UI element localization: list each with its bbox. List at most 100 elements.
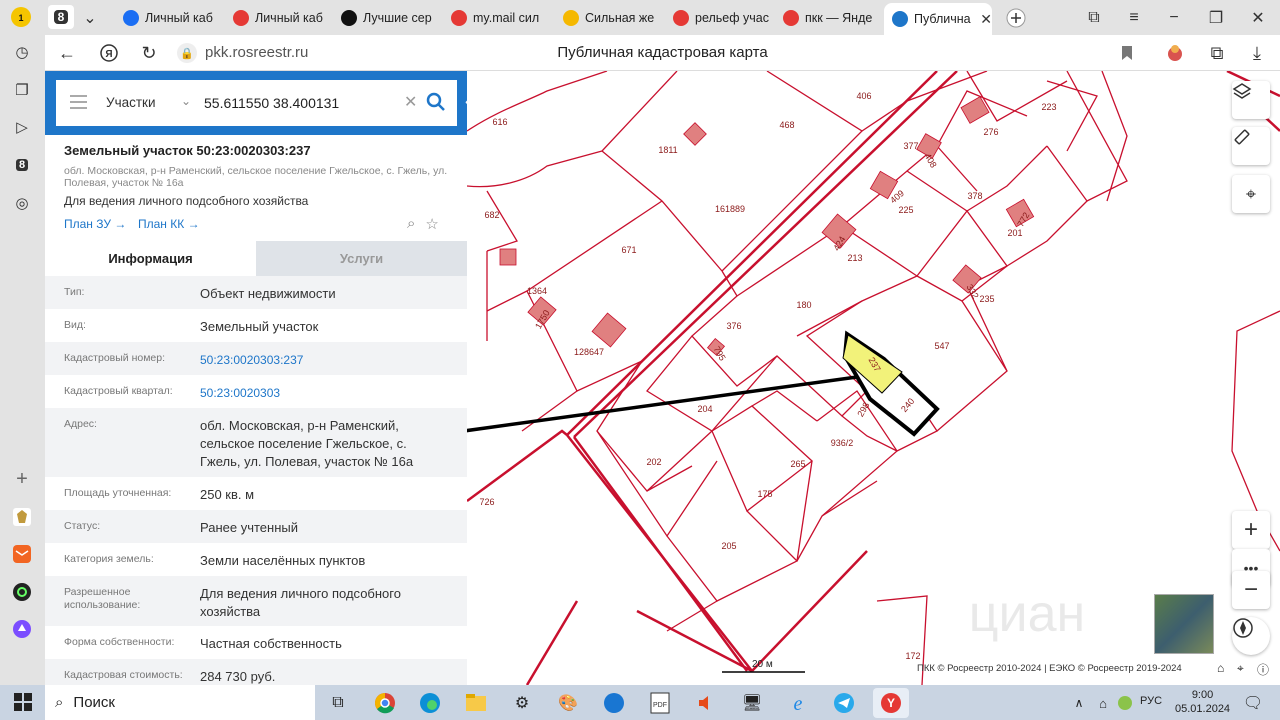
search-icon[interactable]: [424, 90, 448, 114]
app-icon-blue[interactable]: [601, 690, 627, 716]
address-host[interactable]: pkk.rosreestr.ru: [205, 44, 308, 61]
history-icon[interactable]: ◷: [10, 40, 34, 64]
restore-icon[interactable]: ❐: [1204, 6, 1228, 30]
notifications-icon[interactable]: 🗨: [1240, 690, 1266, 716]
chevron-down-icon[interactable]: ⌄: [181, 94, 191, 108]
back-icon[interactable]: ←: [55, 41, 79, 65]
info-row-key: Площадь уточненная:: [64, 487, 172, 499]
object-address: обл. Московская, р-н Раменский, сельское…: [64, 165, 448, 189]
mail-icon[interactable]: [10, 542, 34, 566]
tray-ya-icon[interactable]: [1112, 690, 1138, 716]
task-view-icon[interactable]: ⧉: [325, 690, 351, 716]
telegram-icon[interactable]: [831, 690, 857, 716]
ruler-icon[interactable]: [1232, 127, 1270, 165]
tab-counter[interactable]: 8: [48, 5, 74, 29]
info-row: Статус: Ранее учтенный: [45, 510, 467, 543]
layers-icon[interactable]: [1232, 81, 1270, 119]
taskbar-search[interactable]: ⌕ Поиск: [45, 685, 315, 720]
bookmarks-panel-icon[interactable]: ⧉: [1082, 6, 1106, 30]
svg-text:e: e: [794, 693, 803, 714]
windows-start-icon[interactable]: [14, 693, 32, 711]
satellite-basemap-thumbnail[interactable]: [1154, 594, 1214, 654]
zoom-out-icon[interactable]: −: [1232, 571, 1270, 609]
crosshair-icon[interactable]: ⌖: [1237, 661, 1244, 676]
minimize-icon[interactable]: −: [1162, 6, 1186, 30]
info-row-key: Кадастровая стоимость:: [64, 669, 183, 681]
menu-icon[interactable]: ≡: [1122, 6, 1146, 30]
alice-icon[interactable]: [10, 580, 34, 604]
info-row-link[interactable]: 50:23:0020303:237: [200, 351, 445, 369]
info-row: Форма собственности: Частная собственност…: [45, 626, 467, 659]
tray-chevron-icon[interactable]: ∧: [1066, 690, 1092, 716]
language-indicator[interactable]: РУС: [1140, 695, 1162, 707]
search-type-select[interactable]: Участки: [106, 95, 156, 110]
computer-icon[interactable]: 🖥: [739, 690, 765, 716]
favorite-star-icon[interactable]: ☆: [425, 215, 438, 233]
search-input[interactable]: [204, 92, 399, 114]
yandex-home-icon[interactable]: Я: [97, 41, 121, 65]
map-canvas[interactable]: 6164062234681811276377408378161889 225409…: [467, 71, 1280, 685]
downloads-icon[interactable]: ⤓: [1245, 41, 1269, 65]
f-icon: [341, 10, 357, 26]
parcel-label: 377: [903, 141, 918, 151]
parcel-label: 936/2: [831, 438, 854, 448]
svg-text:PDF: PDF: [653, 702, 667, 709]
file-explorer-icon[interactable]: [463, 690, 489, 716]
browser-tab[interactable]: Личный каб: [225, 4, 333, 32]
yandex-browser-taskbar-icon[interactable]: Y: [873, 688, 909, 718]
svg-text:Y: Y: [887, 696, 895, 710]
lock-icon[interactable]: 🔒: [177, 43, 197, 63]
browser-tab[interactable]: Личный каб: [115, 4, 223, 32]
cadastral-map[interactable]: 616 406 223 468 1811 276 377 408 378 161889 225 409…: [467, 71, 1280, 685]
zoom-in-icon[interactable]: +: [1232, 511, 1270, 549]
close-tab-icon[interactable]: ✕: [980, 11, 992, 28]
messenger-icon[interactable]: [10, 617, 34, 641]
bookmark-icon[interactable]: [1115, 41, 1139, 65]
menu-burger-icon[interactable]: [70, 95, 87, 109]
browser-tab[interactable]: Публична ✕: [884, 3, 992, 35]
compass-icon[interactable]: [1232, 617, 1270, 655]
locate-icon[interactable]: ⌖: [1232, 175, 1270, 213]
parcel-label: 1364: [527, 286, 547, 296]
plan-zu-link[interactable]: План ЗУ →: [64, 217, 126, 231]
browser-tab[interactable]: рельеф учас: [665, 4, 773, 32]
extension-icon[interactable]: [1163, 41, 1187, 65]
gosuslugi-icon[interactable]: [10, 505, 34, 529]
notes-icon[interactable]: ❐: [10, 78, 34, 102]
screenshot-icon[interactable]: ◎: [10, 191, 34, 215]
ie-icon[interactable]: e: [785, 690, 811, 716]
parcel-label: 161889: [715, 204, 745, 214]
new-tab-button[interactable]: [1004, 6, 1028, 30]
tab-services[interactable]: Услуги: [256, 241, 467, 276]
add-panel-icon[interactable]: +: [10, 467, 34, 491]
yandex-browser-logo-icon[interactable]: 1: [9, 5, 33, 29]
audio-icon[interactable]: [693, 690, 719, 716]
media-play-icon[interactable]: ▷: [10, 115, 34, 139]
info-icon[interactable]: ⓘ: [1257, 661, 1269, 678]
browser-tab-bar: 1 8 ⌄ Личный каб Личный каб Лучшие сер my.m…: [0, 0, 1280, 35]
close-window-icon[interactable]: ✕: [1246, 6, 1270, 30]
edge-icon[interactable]: [417, 690, 443, 716]
plan-kk-link[interactable]: План КК →: [138, 217, 200, 231]
tab-group-icon[interactable]: 8: [10, 153, 34, 177]
pdf-icon[interactable]: PDF: [647, 690, 673, 716]
browser-tab[interactable]: Сильная же: [555, 4, 663, 32]
browser-tab[interactable]: пкк — Янде: [775, 4, 883, 32]
clear-icon[interactable]: ✕: [404, 92, 417, 112]
tabs-dropdown-icon[interactable]: ⌄: [78, 6, 102, 30]
info-row-link[interactable]: 50:23:0020303: [200, 384, 445, 402]
tab-information[interactable]: Информация: [45, 241, 256, 276]
browser-tab[interactable]: my.mail сил: [443, 4, 553, 32]
chrome-icon[interactable]: [372, 690, 398, 716]
browser-tab[interactable]: Лучшие сер: [333, 4, 441, 32]
collections-icon[interactable]: ⧉: [1205, 41, 1229, 65]
clock[interactable]: 9:00 05.01.2024: [1175, 688, 1230, 716]
rosreestr-icon: [892, 11, 908, 27]
browser-tab-label: Публична: [914, 12, 971, 26]
home-icon[interactable]: ⌂: [1217, 661, 1224, 675]
paint-icon[interactable]: 🎨: [555, 690, 581, 716]
settings-icon[interactable]: ⚙: [509, 690, 535, 716]
reload-icon[interactable]: ↻: [137, 41, 161, 65]
parcel-label: 468: [779, 120, 794, 130]
zoom-to-object-icon[interactable]: ⌕: [407, 215, 415, 233]
